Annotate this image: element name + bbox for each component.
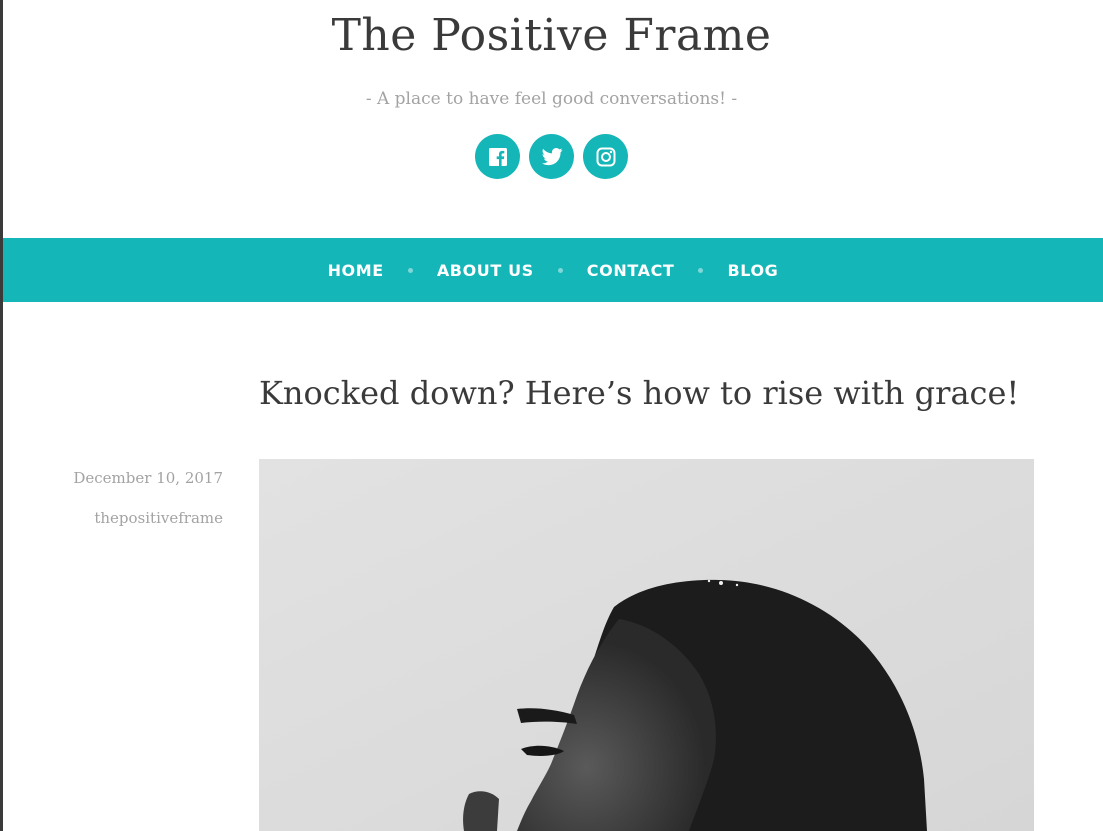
post-author[interactable]: thepositiveframe — [40, 508, 223, 528]
twitter-button[interactable] — [529, 134, 574, 179]
portrait-photo — [259, 459, 1034, 831]
post-title[interactable]: Knocked down? Here’s how to rise with gr… — [259, 374, 1019, 412]
featured-image[interactable] — [259, 459, 1034, 831]
nav-item-home[interactable]: HOME — [328, 261, 384, 280]
main-navigation: HOME ABOUT US CONTACT BLOG — [3, 238, 1103, 302]
instagram-icon — [596, 147, 615, 166]
post-meta: December 10, 2017 thepositiveframe — [40, 468, 223, 528]
nav-separator — [557, 267, 563, 273]
post-date[interactable]: December 10, 2017 — [40, 468, 223, 488]
nav-item-contact[interactable]: CONTACT — [587, 261, 675, 280]
social-links — [0, 134, 1103, 179]
nav-separator — [698, 267, 704, 273]
nav-separator — [407, 267, 413, 273]
site-title[interactable]: The Positive Frame — [0, 10, 1103, 61]
instagram-button[interactable] — [583, 134, 628, 179]
nav-item-about-us[interactable]: ABOUT US — [437, 261, 534, 280]
site-tagline: - A place to have feel good conversation… — [365, 89, 738, 109]
window-edge — [0, 0, 3, 831]
facebook-button[interactable] — [475, 134, 520, 179]
nav-item-blog[interactable]: BLOG — [727, 261, 778, 280]
facebook-icon — [488, 147, 507, 166]
twitter-icon — [541, 147, 563, 165]
